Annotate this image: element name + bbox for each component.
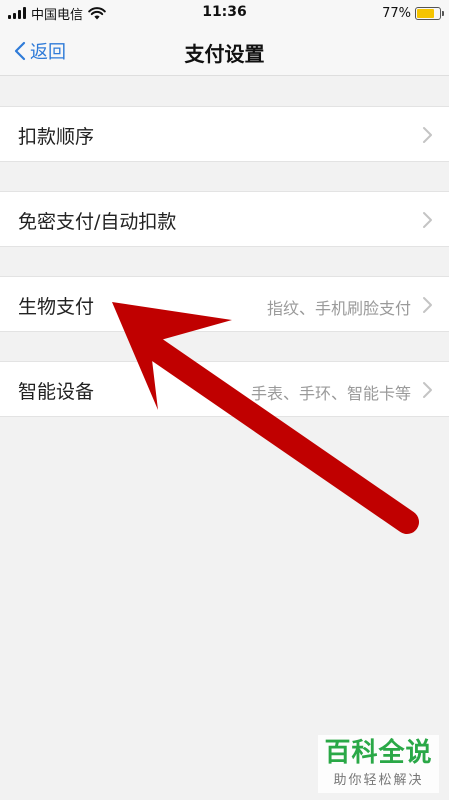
settings-row-biometric-payment[interactable]: 生物支付 指纹、手机刷脸支付 (0, 276, 449, 332)
chevron-right-icon (423, 212, 432, 228)
watermark-logo: 百科全说 助你轻松解决 (318, 735, 439, 793)
row-label: 生物支付 (18, 296, 95, 318)
settings-row-smart-devices[interactable]: 智能设备 手表、手环、智能卡等 (0, 361, 449, 417)
settings-row-deduction-order[interactable]: 扣款顺序 (0, 106, 449, 162)
row-detail: 手表、手环、智能卡等 (250, 384, 411, 403)
row-label: 扣款顺序 (18, 126, 95, 148)
chevron-right-icon (423, 297, 432, 313)
page-title: 支付设置 (184, 42, 265, 66)
status-right: 77% (382, 4, 444, 22)
row-label: 免密支付/自动扣款 (18, 211, 177, 233)
battery-fill (417, 8, 434, 18)
settings-row-password-free-payment[interactable]: 免密支付/自动扣款 (0, 191, 449, 247)
row-label: 智能设备 (18, 381, 95, 403)
row-detail: 指纹、手机刷脸支付 (266, 299, 411, 318)
chevron-right-icon (423, 127, 432, 143)
battery-icon (415, 6, 444, 20)
nav-bar: 返回 支付设置 (0, 26, 449, 76)
watermark-subtitle: 助你轻松解决 (333, 773, 424, 788)
status-bar: 中国电信 11:36 77% (0, 0, 449, 26)
battery-percent: 77% (382, 5, 411, 21)
watermark-title: 百科全说 (324, 738, 433, 768)
chevron-right-icon (423, 382, 432, 398)
